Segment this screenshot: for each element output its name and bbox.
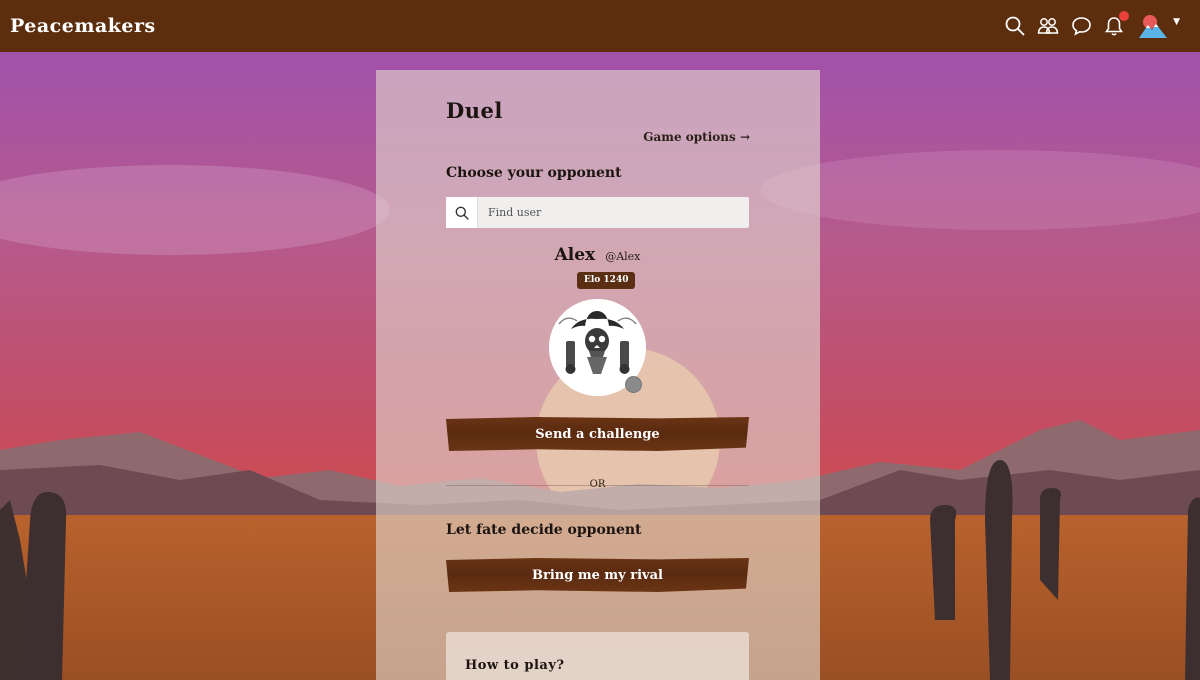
- or-separator: OR: [446, 479, 749, 490]
- online-status-dot: [625, 376, 642, 393]
- friends-icon[interactable]: [1037, 15, 1059, 37]
- bring-rival-button[interactable]: Bring me my rival: [446, 558, 749, 592]
- how-to-play-title: How to play?: [465, 658, 565, 673]
- top-navbar: Peacemakers ▼: [0, 0, 1200, 52]
- avatar-mountain-icon: [1139, 12, 1168, 40]
- brand-logo[interactable]: Peacemakers: [10, 15, 156, 37]
- find-user-input[interactable]: [478, 197, 738, 228]
- send-challenge-button[interactable]: Send a challenge: [446, 417, 749, 451]
- opponent-handle: @Alex: [605, 250, 641, 263]
- duel-panel: Duel Game options → Choose your opponent…: [376, 70, 820, 680]
- fate-heading: Let fate decide opponent: [446, 522, 642, 538]
- find-user-search: [446, 197, 749, 228]
- page-title: Duel: [446, 98, 503, 123]
- search-icon[interactable]: [1004, 15, 1026, 37]
- bell-icon[interactable]: [1103, 11, 1130, 37]
- or-label: OR: [589, 479, 606, 490]
- search-icon: [446, 197, 478, 228]
- game-options-link[interactable]: Game options →: [643, 130, 750, 144]
- choose-opponent-heading: Choose your opponent: [446, 165, 622, 181]
- elo-badge: Elo 1240: [577, 272, 636, 289]
- how-to-play-card[interactable]: How to play?: [446, 632, 749, 680]
- opponent-name: Alex: [554, 245, 596, 265]
- opponent-header: Alex @Alex: [446, 245, 749, 265]
- notification-badge: [1119, 11, 1130, 21]
- caret-down-icon: ▼: [1173, 17, 1180, 27]
- user-menu[interactable]: ▼: [1139, 12, 1180, 40]
- topbar-actions: ▼: [1004, 11, 1180, 40]
- chat-icon[interactable]: [1070, 15, 1092, 37]
